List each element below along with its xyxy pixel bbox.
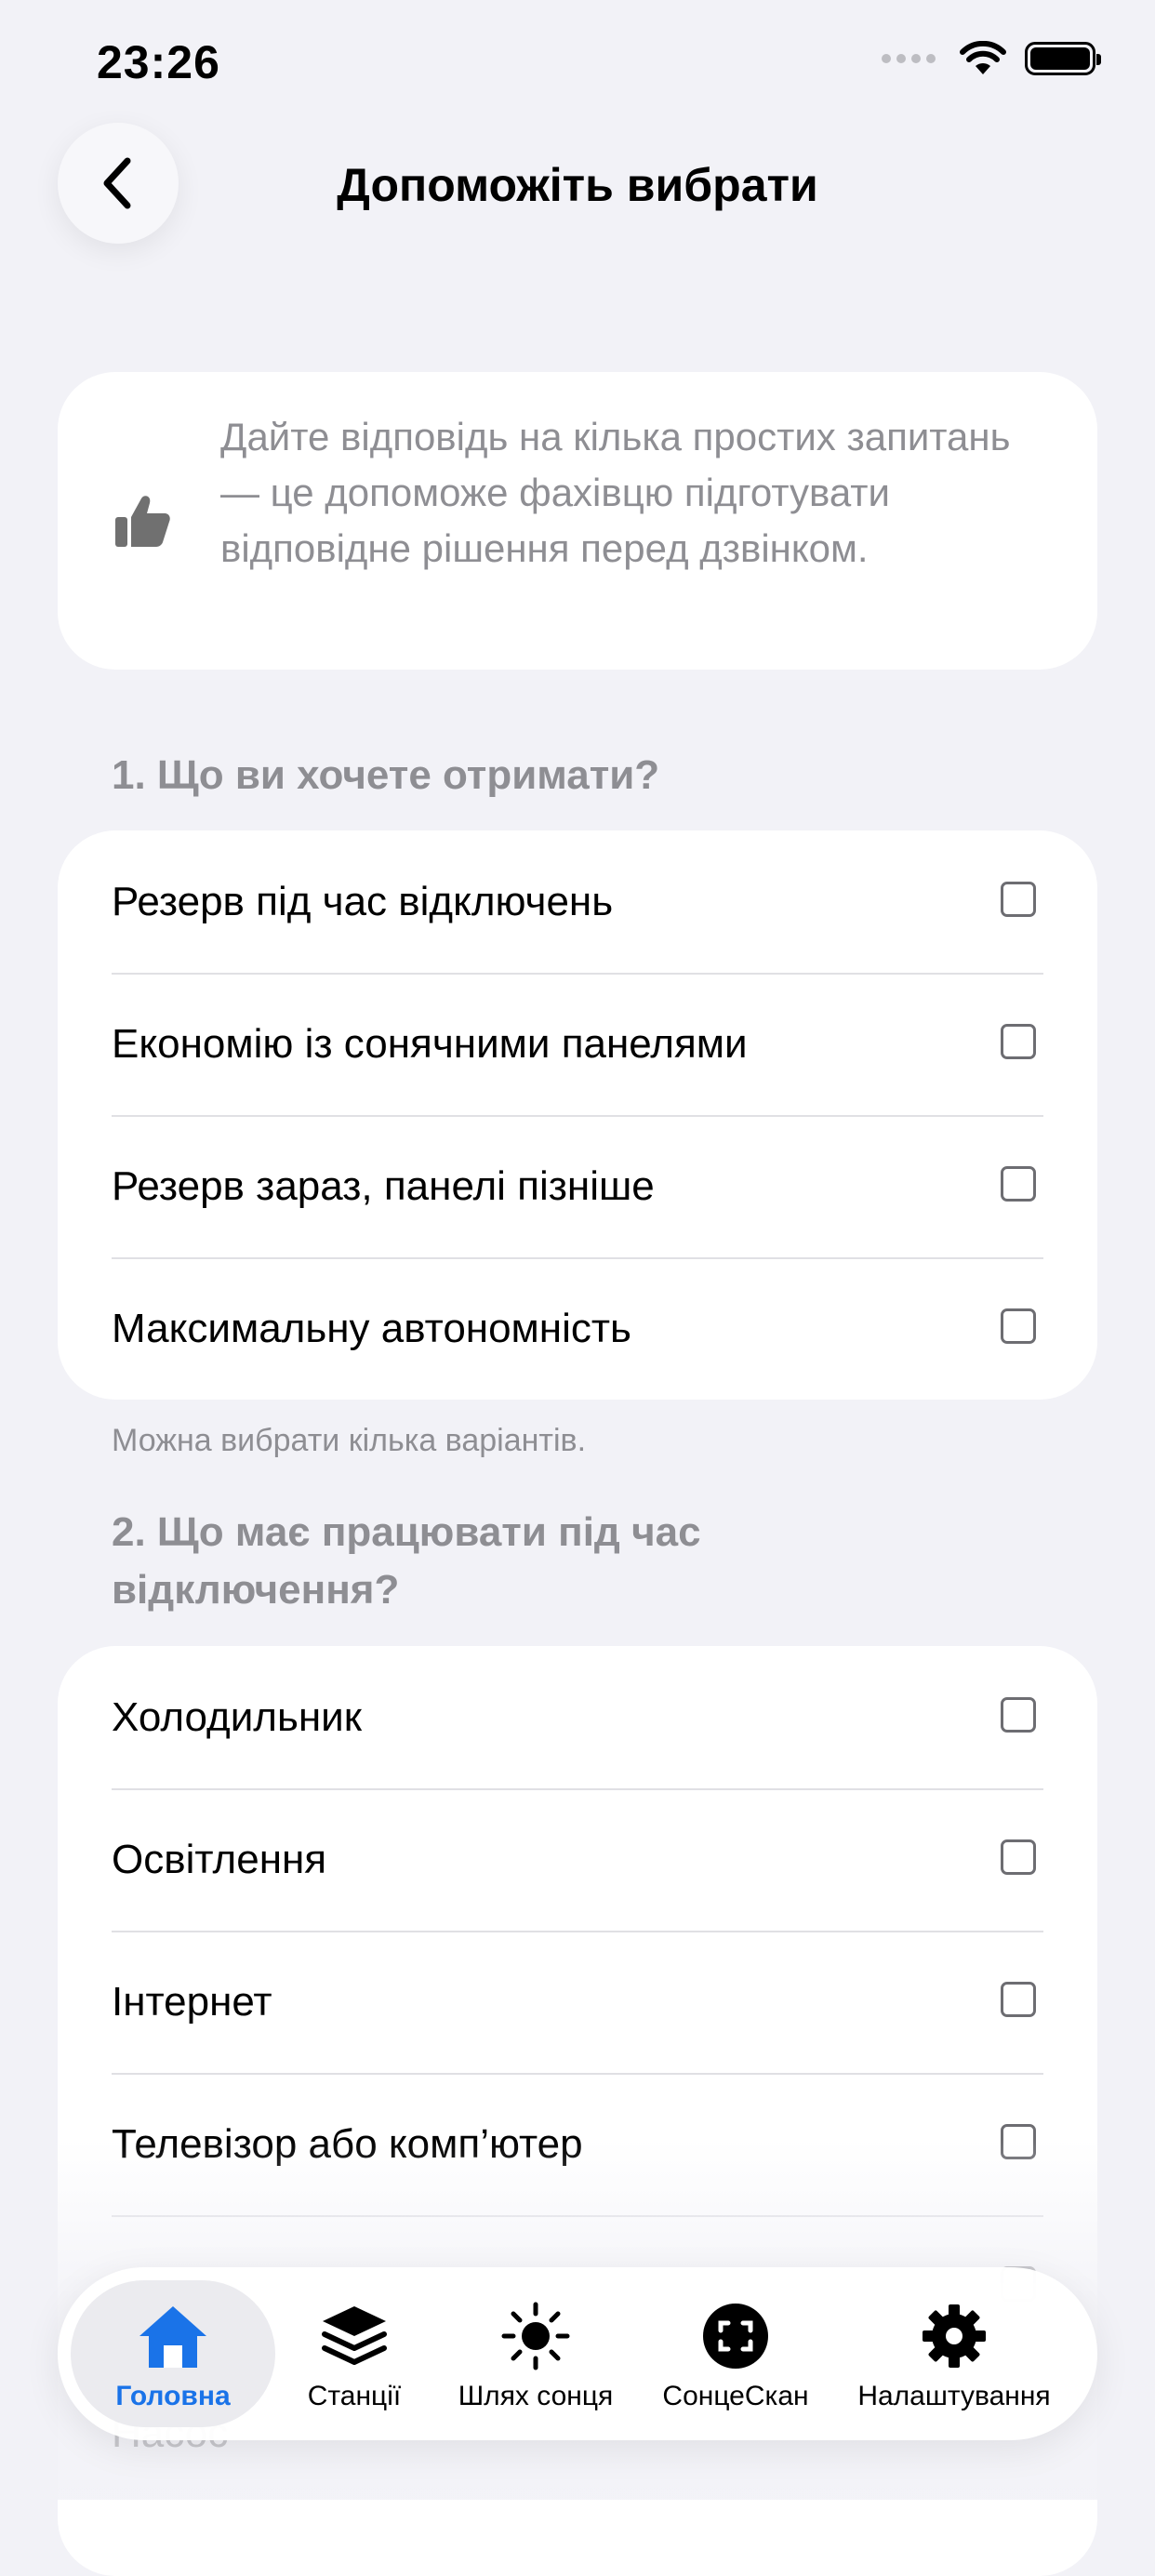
- wifi-icon: [960, 41, 1006, 74]
- sun-icon: [501, 2302, 570, 2370]
- multi-select-hint: Можна вибрати кілька варіантів.: [112, 1423, 587, 1458]
- option-row[interactable]: Економію із сонячними панелями: [58, 973, 1097, 1115]
- home-icon: [139, 2306, 206, 2368]
- option-checkbox[interactable]: [1001, 1839, 1036, 1875]
- option-label: Освітлення: [112, 1837, 327, 1882]
- tab-label: Шлях сонця: [458, 2381, 614, 2411]
- option-checkbox[interactable]: [1001, 1166, 1036, 1202]
- option-row[interactable]: Холодильник: [58, 1646, 1097, 1788]
- tab-stations[interactable]: Станції: [275, 2267, 433, 2440]
- option-checkbox[interactable]: [1001, 1982, 1036, 2017]
- tab-sun-scan[interactable]: СонцеСкан: [638, 2267, 833, 2440]
- nav-header: Допоможіть вибрати: [0, 121, 1155, 251]
- battery-icon: [1025, 42, 1101, 75]
- tab-label: Налаштування: [857, 2381, 1051, 2411]
- option-checkbox[interactable]: [1001, 1024, 1036, 1059]
- tab-home[interactable]: Головна: [71, 2267, 275, 2440]
- option-row[interactable]: Освітлення: [58, 1788, 1097, 1931]
- info-card: Дайте відповідь на кілька простих запита…: [58, 372, 1097, 670]
- option-checkbox[interactable]: [1001, 882, 1036, 917]
- scan-icon: [703, 2304, 768, 2369]
- option-checkbox[interactable]: [1001, 1697, 1036, 1733]
- option-label: Інтернет: [112, 1979, 272, 2025]
- layers-icon: [322, 2306, 387, 2365]
- gear-icon: [923, 2304, 986, 2368]
- status-icons: [882, 41, 1101, 76]
- tab-bar: Головна Станції Шлях сонця СонцеСкан Нал…: [58, 2267, 1097, 2440]
- status-time: 23:26: [97, 36, 220, 88]
- page-title: Допоможіть вибрати: [337, 159, 818, 211]
- option-label: Резерв під час відключень: [112, 879, 614, 924]
- tab-label: СонцеСкан: [662, 2381, 809, 2411]
- status-bar: 23:26: [0, 0, 1155, 121]
- option-row[interactable]: Резерв під час відключень: [58, 830, 1097, 973]
- thumbs-up-icon: [115, 496, 170, 547]
- tab-label: Станції: [307, 2381, 402, 2411]
- cellular-signal-icon: [882, 54, 936, 63]
- info-text: Дайте відповідь на кілька простих запита…: [220, 415, 1011, 570]
- option-label: Резерв зараз, панелі пізніше: [112, 1163, 655, 1209]
- option-checkbox[interactable]: [1001, 1308, 1036, 1344]
- tab-settings[interactable]: Налаштування: [833, 2267, 1075, 2440]
- option-label: Максимальну автономність: [112, 1306, 631, 1351]
- question-1-options: Резерв під час відключень Економію із со…: [58, 830, 1097, 1400]
- question-2-title: 2. Що має працювати під час відключення?: [112, 1509, 701, 1613]
- option-row[interactable]: Інтернет: [58, 1931, 1097, 2073]
- option-label: Холодильник: [112, 1694, 363, 1740]
- tab-sun-path[interactable]: Шлях сонця: [433, 2267, 638, 2440]
- option-row[interactable]: Резерв зараз, панелі пізніше: [58, 1115, 1097, 1257]
- option-label: Економію із сонячними панелями: [112, 1021, 748, 1067]
- tab-label: Головна: [115, 2381, 231, 2411]
- option-row[interactable]: Максимальну автономність: [58, 1257, 1097, 1400]
- question-1-title: 1. Що ви хочете отримати?: [112, 752, 660, 798]
